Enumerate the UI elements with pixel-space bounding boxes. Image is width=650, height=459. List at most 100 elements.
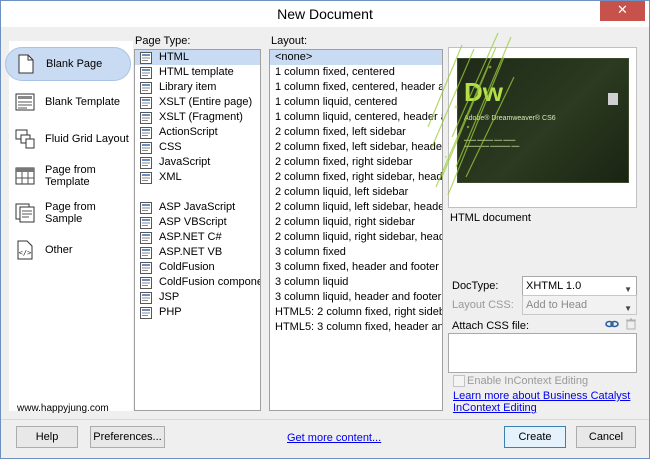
preview-caption: HTML document xyxy=(450,212,531,224)
layout-item[interactable]: 2 column fixed, right sidebar xyxy=(270,155,442,170)
page-type-item[interactable]: HTML xyxy=(135,50,260,65)
category-page-from-sample[interactable]: Page from Sample xyxy=(5,196,131,230)
attach-css-link-button[interactable] xyxy=(605,318,619,330)
layout-item[interactable]: 2 column liquid, left sidebar xyxy=(270,185,442,200)
file-type-icon xyxy=(140,126,152,139)
category-blank-page[interactable]: Blank Page xyxy=(5,47,131,81)
fluid-grid-icon xyxy=(15,129,35,149)
page-type-list[interactable]: HTML HTML template Library item XSLT (Entir… xyxy=(134,49,261,411)
page-type-item[interactable]: ColdFusion component xyxy=(135,275,260,290)
category-other[interactable]: </> Other xyxy=(5,233,131,267)
file-type-icon xyxy=(140,81,152,94)
incontext-checkbox[interactable] xyxy=(453,375,465,387)
page-type-label: XSLT (Entire page) xyxy=(159,96,253,108)
category-label: Blank Template xyxy=(45,96,121,108)
category-fluid-grid-layout[interactable]: Fluid Grid Layout xyxy=(5,122,131,156)
file-type-icon xyxy=(140,141,152,154)
layout-item[interactable]: 2 column liquid, left sidebar, header an… xyxy=(270,200,442,215)
layout-item[interactable]: 2 column fixed, right sidebar, header an… xyxy=(270,170,442,185)
attach-css-list[interactable] xyxy=(448,333,637,373)
page-type-item[interactable]: Library item xyxy=(135,80,260,95)
product-name: Adobe® Dreamweaver® CS6 xyxy=(464,115,556,122)
page-from-template-icon xyxy=(15,166,35,186)
layout-css-value: Add to Head xyxy=(526,299,588,311)
page-type-label: HTML template xyxy=(159,66,234,78)
page-type-item[interactable]: ActionScript xyxy=(135,125,260,140)
close-button[interactable]: ✕ xyxy=(600,1,645,21)
layout-item[interactable]: 1 column fixed, centered, header and foo… xyxy=(270,80,442,95)
page-type-label: ASP VBScript xyxy=(159,216,227,228)
preferences-button[interactable]: Preferences... xyxy=(90,426,165,448)
close-icon: ✕ xyxy=(617,3,628,18)
doctype-label: DocType: xyxy=(452,280,499,292)
page-type-item[interactable]: ColdFusion xyxy=(135,260,260,275)
file-type-icon xyxy=(140,291,152,304)
remove-css-button[interactable] xyxy=(625,318,637,330)
layout-item[interactable]: 3 column fixed xyxy=(270,245,442,260)
layout-item[interactable]: 3 column liquid xyxy=(270,275,442,290)
cancel-button[interactable]: Cancel xyxy=(576,426,636,448)
file-type-icon xyxy=(140,156,152,169)
page-type-item[interactable]: XSLT (Entire page) xyxy=(135,95,260,110)
page-type-item[interactable]: PHP xyxy=(135,305,260,320)
category-label: Page from Template xyxy=(45,164,96,188)
create-button[interactable]: Create xyxy=(504,426,566,448)
title-bar: New Document ✕ xyxy=(1,1,649,27)
adobe-logo-icon xyxy=(608,93,618,105)
page-type-label: JSP xyxy=(159,291,180,303)
business-catalyst-link[interactable]: Learn more about Business Catalyst InCon… xyxy=(453,390,637,414)
page-type-label: CSS xyxy=(159,141,182,153)
page-type-item[interactable]: JSP xyxy=(135,290,260,305)
layout-item[interactable]: 3 column liquid, header and footer xyxy=(270,290,442,305)
layout-item[interactable]: <none> xyxy=(270,50,442,65)
trash-icon xyxy=(626,318,636,330)
help-button[interactable]: Help xyxy=(16,426,78,448)
file-type-icon xyxy=(140,231,152,244)
layout-item[interactable]: 2 column liquid, right sidebar, header a… xyxy=(270,230,442,245)
splash-fine-print: ▬▬▬ ▬▬▬▬ ▬▬ ▬▬▬ ▬▬▬▬ ▬▬ ▬▬▬▬▬ ▬▬ xyxy=(464,137,520,148)
page-type-label: ColdFusion xyxy=(159,261,215,273)
dialog-title: New Document xyxy=(277,6,373,22)
page-type-item[interactable]: ASP JavaScript xyxy=(135,200,260,215)
page-type-item[interactable]: JavaScript xyxy=(135,155,260,170)
layout-header: Layout: xyxy=(271,35,308,47)
page-type-item[interactable]: HTML template xyxy=(135,65,260,80)
layout-item[interactable]: HTML5: 3 column fixed, header and footer xyxy=(270,320,442,335)
layout-item[interactable]: 1 column liquid, centered xyxy=(270,95,442,110)
page-type-label: ASP.NET C# xyxy=(159,231,222,243)
blank-template-icon xyxy=(15,92,35,112)
page-type-item[interactable]: XSLT (Fragment) xyxy=(135,110,260,125)
chevron-down-icon: ▼ xyxy=(624,304,632,313)
page-type-label: Library item xyxy=(159,81,217,93)
get-more-content-link[interactable]: Get more content... xyxy=(287,432,381,444)
layout-item[interactable]: 2 column fixed, left sidebar, header and… xyxy=(270,140,442,155)
attach-css-label: Attach CSS file: xyxy=(452,320,530,332)
file-type-icon xyxy=(140,96,152,109)
page-type-label: HTML xyxy=(159,51,189,63)
blank-page-icon xyxy=(16,54,36,74)
file-type-icon xyxy=(140,111,152,124)
layout-item[interactable]: 2 column fixed, left sidebar xyxy=(270,125,442,140)
dreamweaver-splash-image: Dw Adobe® Dreamweaver® CS6 ▬▬▬ ▬▬▬▬ ▬▬ ▬… xyxy=(457,58,629,183)
page-type-item[interactable]: ASP.NET C# xyxy=(135,230,260,245)
file-type-icon xyxy=(140,201,152,214)
layout-item[interactable]: 1 column fixed, centered xyxy=(270,65,442,80)
category-label: Page from Sample xyxy=(45,201,96,225)
category-page-from-template[interactable]: Page from Template xyxy=(5,159,131,193)
doctype-select[interactable]: XHTML 1.0 Transitional ▼ xyxy=(522,276,637,310)
layout-item[interactable]: 1 column liquid, centered, header and fo… xyxy=(270,110,442,125)
page-type-item[interactable]: ASP VBScript xyxy=(135,215,260,230)
page-type-label: XML xyxy=(159,171,182,183)
layout-list[interactable]: <none> 1 column fixed, centered 1 column f… xyxy=(269,49,443,411)
page-type-label: ASP.NET VB xyxy=(159,246,223,258)
category-blank-template[interactable]: Blank Template xyxy=(5,85,131,119)
layout-item[interactable]: 2 column liquid, right sidebar xyxy=(270,215,442,230)
layout-css-select[interactable]: Add to Head ▼ xyxy=(522,295,637,315)
svg-text:</>: </> xyxy=(19,249,32,257)
file-type-icon xyxy=(140,276,152,289)
page-type-item[interactable]: ASP.NET VB xyxy=(135,245,260,260)
layout-item[interactable]: HTML5: 2 column fixed, right sidebar, he… xyxy=(270,305,442,320)
page-type-item[interactable]: XML xyxy=(135,170,260,185)
page-type-item[interactable]: CSS xyxy=(135,140,260,155)
layout-item[interactable]: 3 column fixed, header and footer xyxy=(270,260,442,275)
